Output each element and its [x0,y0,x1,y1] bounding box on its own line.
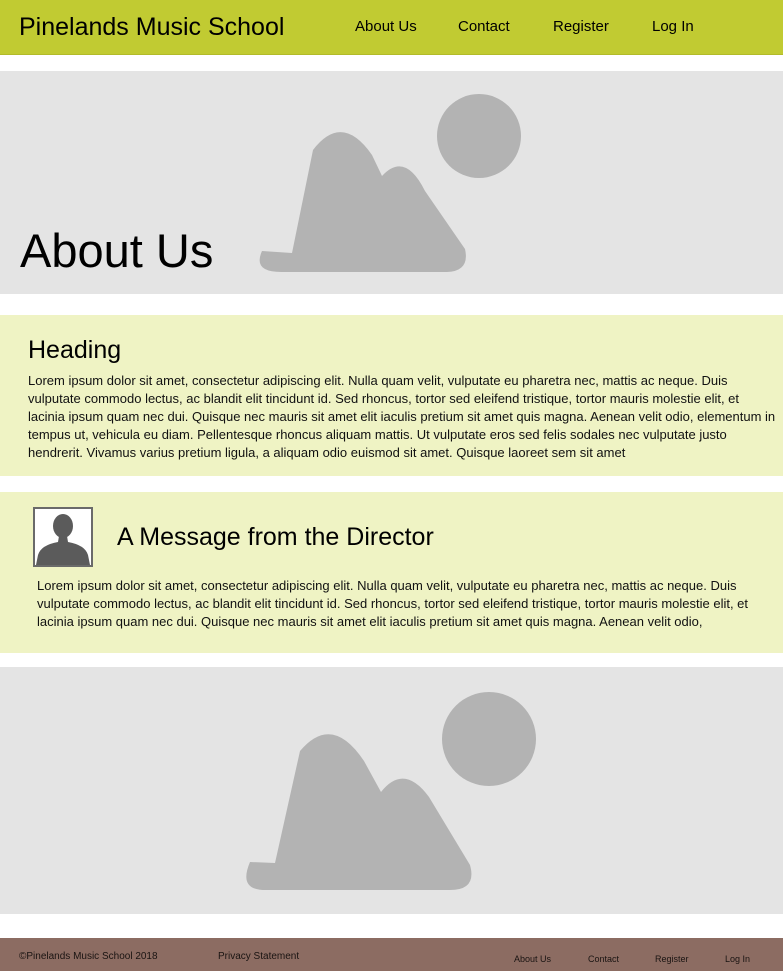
director-heading: A Message from the Director [117,523,434,551]
nav-log-in[interactable]: Log In [652,18,694,36]
section-heading: Heading [28,336,122,364]
image-placeholder [0,667,783,914]
footer-copyright: ©Pinelands Music School 2018 [19,951,158,962]
page-title: About Us [20,224,214,277]
footer-privacy-link[interactable]: Privacy Statement [218,951,299,963]
nav-about-us[interactable]: About Us [355,18,417,36]
hero-banner: About Us [0,71,783,294]
director-body-text: Lorem ipsum dolor sit amet, consectetur … [37,578,749,629]
footer-nav-register[interactable]: Register [655,953,689,965]
footer-nav-log-in[interactable]: Log In [725,953,750,965]
footer-nav-contact[interactable]: Contact [588,953,619,965]
site-title[interactable]: Pinelands Music School [19,12,284,42]
nav-contact[interactable]: Contact [458,18,510,36]
image-placeholder-icon [246,692,536,890]
nav-register[interactable]: Register [553,18,609,36]
person-avatar-icon [33,507,93,567]
footer-nav-about-us[interactable]: About Us [514,953,551,965]
director-message-section: A Message from the Director Lorem ipsum … [0,492,783,653]
site-header: Pinelands Music School About Us Contact … [0,0,783,55]
content-section: Heading Lorem ipsum dolor sit amet, cons… [0,315,783,476]
section-body-text: Lorem ipsum dolor sit amet, consectetur … [28,373,776,460]
site-footer: ©Pinelands Music School 2018 Privacy Sta… [0,938,783,971]
